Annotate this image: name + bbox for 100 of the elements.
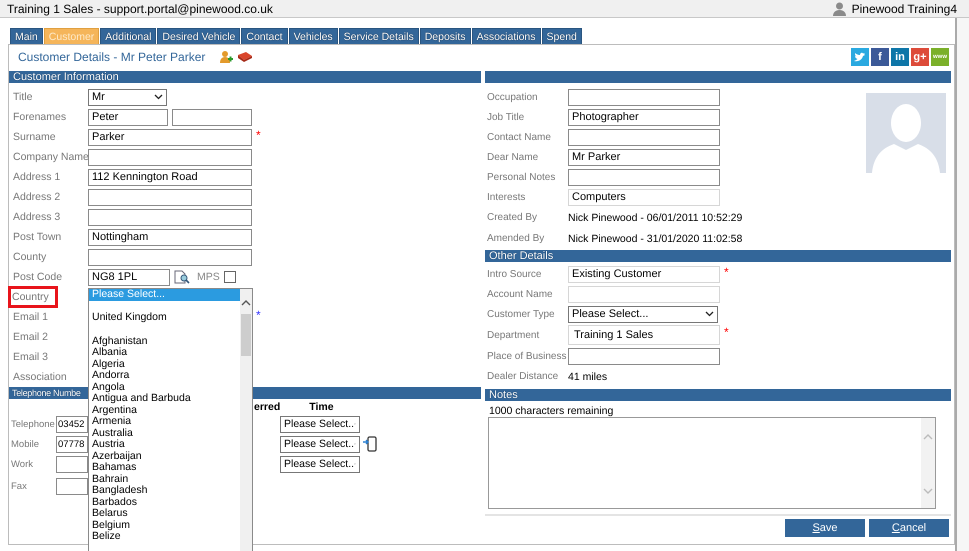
tab[interactable]: Deposits — [420, 28, 471, 44]
field-label: Customer Type — [486, 308, 556, 320]
field-label: Address 3 — [13, 211, 60, 223]
customer-type-select[interactable]: Please Select... — [568, 306, 718, 322]
text-field[interactable] — [568, 128, 720, 146]
country-option[interactable]: United Kingdom — [89, 300, 240, 336]
country-option[interactable]: Argentina — [89, 404, 240, 416]
cancel-button[interactable]: Cancel — [869, 519, 949, 537]
text-field[interactable]: Training 1 Sales — [568, 325, 720, 345]
time-select[interactable]: Please Select.. — [280, 456, 360, 472]
country-option[interactable]: Afghanistan — [89, 336, 240, 347]
phone-field[interactable]: 03452 — [56, 416, 88, 432]
chevron-icon — [154, 94, 163, 100]
text-field[interactable] — [88, 148, 252, 166]
forename-field[interactable]: Peter — [88, 108, 168, 126]
country-option[interactable]: Albania — [89, 347, 240, 358]
text-field[interactable] — [88, 248, 252, 266]
text-field[interactable] — [568, 88, 720, 106]
field-value: Nick Pinewood - 06/01/2011 10:52:29 — [568, 212, 742, 224]
text-field[interactable] — [88, 188, 252, 206]
title-select[interactable]: Mr — [88, 88, 167, 106]
field-label: Country — [8, 286, 58, 308]
country-option[interactable]: Azerbaijan — [89, 450, 240, 462]
forename-field[interactable] — [172, 108, 252, 126]
section-header: Other Details — [485, 250, 951, 262]
country-option[interactable]: Bahamas — [89, 462, 240, 474]
tab[interactable]: Main — [10, 28, 43, 44]
tab[interactable]: Spend — [542, 28, 582, 44]
country-option[interactable]: Andorra — [89, 370, 240, 382]
field-label: Personal Notes — [486, 172, 556, 182]
section-header: Customer Information — [9, 71, 481, 83]
text-field[interactable] — [568, 348, 720, 364]
field-label: Dear Name — [486, 152, 540, 162]
user-name: Pinewood Training4 — [852, 2, 957, 16]
save-button[interactable]: Save — [785, 519, 865, 537]
field-label: Occupation — [486, 92, 539, 102]
field-label: Address 1 — [13, 171, 60, 183]
chevron-icon — [705, 311, 714, 317]
time-select[interactable]: Please Select.. — [280, 416, 360, 432]
country-option[interactable]: Algeria — [89, 358, 240, 370]
text-field[interactable] — [88, 208, 252, 226]
time-select[interactable]: Please Select.. — [280, 436, 360, 452]
facebook-link[interactable]: f — [871, 48, 889, 66]
text-field[interactable]: Nottingham — [88, 228, 252, 246]
field-label: Surname — [13, 131, 56, 143]
phone-field[interactable]: 07778 — [56, 436, 88, 452]
tab[interactable]: Additional — [100, 28, 156, 44]
country-option[interactable]: Australia — [89, 428, 240, 439]
tab[interactable]: Desired Vehicle — [157, 28, 240, 44]
text-field[interactable]: 112 Kennington Road — [88, 168, 252, 186]
field-label: Created By — [486, 212, 538, 223]
field-label: Fax — [10, 480, 28, 492]
country-option[interactable]: Belize — [89, 531, 240, 542]
phone-icon[interactable] — [363, 436, 377, 452]
field-label: Department — [486, 330, 540, 340]
twitter-link[interactable] — [851, 48, 869, 66]
field-label: Telephone — [10, 418, 56, 430]
text-field[interactable]: Computers — [568, 188, 720, 206]
add-person-icon[interactable] — [219, 50, 234, 64]
mps-checkbox[interactable] — [224, 271, 236, 283]
tab[interactable]: Contact — [241, 28, 288, 44]
phone-field[interactable] — [56, 456, 88, 472]
country-option[interactable]: Barbados — [89, 496, 240, 508]
country-option[interactable]: Bangladesh — [89, 485, 240, 496]
field-label: Company Name — [13, 151, 89, 163]
linkedin-link[interactable]: in — [891, 48, 909, 66]
text-field[interactable]: Parker — [88, 128, 252, 146]
field-label: Amended By — [486, 233, 546, 244]
column-header: Time — [309, 401, 334, 413]
tab[interactable]: Service Details — [338, 28, 419, 44]
scrollbar[interactable] — [240, 289, 252, 551]
field-label: Interests — [486, 192, 526, 202]
text-field[interactable]: Photographer — [568, 108, 720, 126]
field-label: Account Name — [486, 288, 554, 300]
tab[interactable]: Associations — [472, 28, 541, 44]
country-option[interactable]: Bahrain — [89, 474, 240, 485]
field-label: Job Title — [486, 112, 526, 122]
lookup-icon[interactable] — [174, 270, 190, 284]
google-link[interactable]: g+ — [911, 48, 929, 66]
field-label: County — [13, 251, 46, 263]
tab[interactable]: Vehicles — [288, 28, 338, 44]
section-header: Notes — [485, 389, 951, 401]
field-label: Address 2 — [13, 191, 60, 203]
phone-field[interactable] — [56, 478, 88, 494]
text-field[interactable] — [568, 168, 720, 186]
window-title: Training 1 Sales - support.portal@pinewood.co.uk — [7, 2, 273, 16]
required-mark: * — [724, 266, 729, 278]
book-icon[interactable] — [237, 51, 254, 63]
country-option[interactable]: Armenia — [89, 416, 240, 428]
text-field[interactable]: Mr Parker — [568, 148, 720, 166]
country-option[interactable]: Austria — [89, 439, 240, 450]
notes-field[interactable] — [488, 417, 936, 509]
text-field[interactable]: Existing Customer — [568, 266, 720, 282]
country-option[interactable]: Belarus — [89, 508, 240, 520]
country-option[interactable]: Belgium — [89, 520, 240, 531]
field-label: Email 1 — [13, 311, 48, 323]
field-label: Post Town — [13, 231, 62, 243]
postcode-field[interactable]: NG8 1PL — [88, 268, 170, 286]
mps-label: MPS — [197, 271, 220, 283]
scrollbar[interactable] — [921, 418, 935, 508]
